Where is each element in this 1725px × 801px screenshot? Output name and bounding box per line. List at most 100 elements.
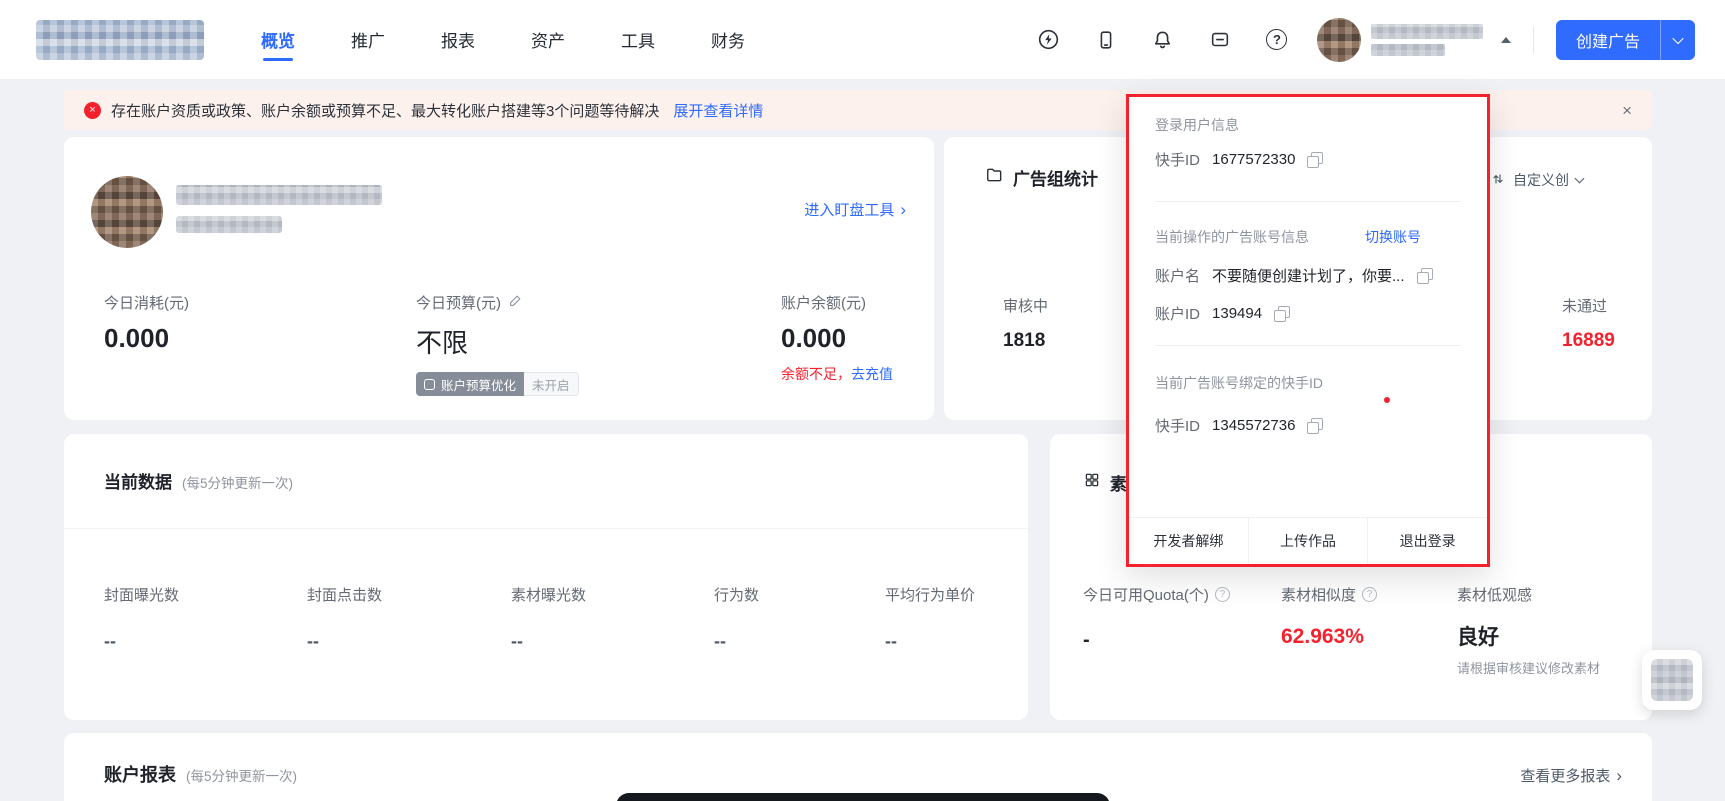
today-budget-stat: 今日预算(元) 不限 账户预算优化 未开启 <box>416 292 579 396</box>
copy-icon[interactable] <box>1307 151 1324 168</box>
monitor-tool-link[interactable]: 进入盯盘工具 › <box>804 199 906 220</box>
top-nav-bar: 概览 推广 报表 资产 工具 财务 ? 创建广告 <box>0 0 1725 79</box>
stat-value: -- <box>714 631 726 651</box>
rejected-label: 未通过 <box>1562 298 1608 315</box>
stat-column: 封面点击数 -- <box>307 584 382 652</box>
bound-id-section-title: 当前广告账号绑定的快手ID <box>1155 375 1323 391</box>
account-name-label: 账户名 <box>1155 268 1201 285</box>
current-data-title: 当前数据 <box>104 473 172 492</box>
similarity-stat: 素材相似度 ? 62.963% <box>1281 584 1378 649</box>
bound-kuaishou-id-value: 1345572736 <box>1212 417 1296 434</box>
upload-works-button[interactable]: 上传作品 <box>1247 518 1368 564</box>
lightning-circle-icon[interactable] <box>1037 28 1061 52</box>
header-icons: ? <box>1037 28 1289 52</box>
tab-tools[interactable]: 工具 <box>621 19 655 61</box>
monitor-tool-label: 进入盯盘工具 <box>804 202 895 219</box>
card-divider <box>64 528 1028 529</box>
kuaishou-id-label: 快手ID <box>1155 418 1201 435</box>
expand-details-link[interactable]: 展开查看详情 <box>673 100 763 121</box>
chevron-right-icon: › <box>1616 766 1622 785</box>
customize-selector[interactable]: 自定义创 <box>1490 170 1585 190</box>
error-icon: × <box>84 101 101 119</box>
help-icon[interactable]: ? <box>1265 28 1289 52</box>
create-ad-dropdown[interactable] <box>1661 20 1695 60</box>
account-id-row: 账户ID 139494 <box>1155 303 1291 324</box>
adgroup-card-title: 广告组统计 <box>1013 170 1098 189</box>
tab-assets[interactable]: 资产 <box>531 19 565 61</box>
avatar <box>1316 17 1361 62</box>
logout-button[interactable]: 退出登录 <box>1367 518 1487 564</box>
account-name-value: 不要随便创建计划了，你要... <box>1212 268 1405 285</box>
user-menu[interactable] <box>1316 17 1511 62</box>
in-review-stat: 审核中 1818 <box>1003 295 1048 352</box>
tab-underline <box>533 58 563 61</box>
current-data-card: 当前数据 (每5分钟更新一次) 封面曝光数 -- 封面点击数 -- 素材曝光数 … <box>64 434 1028 720</box>
budget-badge-label: 账户预算优化 <box>441 378 517 393</box>
help-icon[interactable]: ? <box>1362 587 1378 602</box>
budget-badge-state: 未开启 <box>524 372 579 396</box>
tab-underline <box>353 58 383 61</box>
tab-overview[interactable]: 概览 <box>261 19 295 61</box>
close-icon[interactable]: × <box>1622 102 1632 119</box>
budget-optimization-badge[interactable]: 账户预算优化 未开启 <box>416 372 579 396</box>
help-glyph: ? <box>1266 29 1288 50</box>
floating-assistant-widget[interactable] <box>1642 650 1702 710</box>
tab-finance[interactable]: 财务 <box>711 19 745 61</box>
stat-value: -- <box>511 631 523 651</box>
mobile-icon[interactable] <box>1094 28 1118 52</box>
quality-note: 请根据审核建议修改素材 <box>1457 661 1601 676</box>
header-divider <box>1532 26 1534 53</box>
create-ad-button[interactable]: 创建广告 <box>1555 19 1695 60</box>
bottom-overlay-bar <box>616 793 1110 801</box>
logo <box>36 19 204 60</box>
tab-promotion[interactable]: 推广 <box>351 19 385 61</box>
quota-label: 今日可用Quota(个) <box>1083 587 1209 604</box>
current-data-subtitle: (每5分钟更新一次) <box>182 476 293 491</box>
stat-column: 行为数 -- <box>714 584 759 652</box>
popup-action-bar: 开发者解绑 上传作品 退出登录 <box>1129 517 1487 564</box>
report-subtitle: (每5分钟更新一次) <box>186 769 297 784</box>
copy-icon[interactable] <box>1416 267 1433 284</box>
more-reports-link[interactable]: 查看更多报表 › <box>1520 765 1622 786</box>
similarity-label: 素材相似度 <box>1281 587 1357 604</box>
material-card-title: 素 <box>1110 475 1127 494</box>
login-kuaishou-id-row: 快手ID 1677572330 <box>1155 149 1324 170</box>
popup-divider <box>1155 201 1461 202</box>
account-id-label: 账户ID <box>1155 306 1201 323</box>
tab-reports[interactable]: 报表 <box>441 19 475 61</box>
help-icon[interactable]: ? <box>1214 587 1230 602</box>
copy-icon[interactable] <box>1274 305 1291 322</box>
bound-kuaishou-id-row: 快手ID 1345572736 <box>1155 415 1324 436</box>
recharge-link[interactable]: 去充值 <box>851 364 893 384</box>
stat-column: 封面曝光数 -- <box>104 584 179 652</box>
stat-label: 行为数 <box>714 587 760 604</box>
folder-icon <box>984 165 1004 190</box>
edit-budget-icon[interactable] <box>508 293 523 312</box>
tab-overview-label: 概览 <box>261 31 295 51</box>
stat-label: 素材曝光数 <box>511 587 587 604</box>
quality-label: 素材低观感 <box>1457 587 1533 604</box>
rejected-stat: 未通过 16889 <box>1562 295 1615 352</box>
create-ad-label: 创建广告 <box>1575 33 1640 51</box>
stat-label: 封面点击数 <box>307 587 383 604</box>
tab-reports-label: 报表 <box>441 31 475 51</box>
switch-account-link[interactable]: 切换账号 <box>1365 227 1421 247</box>
kuaishou-id-value: 1677572330 <box>1212 151 1296 168</box>
budget-badge-icon <box>424 378 435 390</box>
tab-tools-label: 工具 <box>621 31 655 51</box>
stat-value: -- <box>307 631 319 651</box>
quality-value: 良好 <box>1457 626 1499 649</box>
account-name-redacted <box>176 185 382 205</box>
budget-label: 今日预算(元) <box>416 295 501 312</box>
account-report-card: 账户报表 (每5分钟更新一次) 查看更多报表 › <box>64 733 1652 801</box>
tab-finance-label: 财务 <box>711 31 745 51</box>
account-name-row: 账户名 不要随便创建计划了，你要... <box>1155 265 1433 286</box>
bell-icon[interactable] <box>1151 28 1175 52</box>
consume-label: 今日消耗(元) <box>104 295 189 312</box>
current-account-title: 当前操作的广告账号信息 <box>1155 229 1309 245</box>
developer-unbind-button[interactable]: 开发者解绑 <box>1129 518 1248 564</box>
caret-up-icon <box>1500 36 1511 43</box>
message-icon[interactable] <box>1208 28 1232 52</box>
stat-label: 封面曝光数 <box>104 587 180 604</box>
copy-icon[interactable] <box>1307 417 1324 434</box>
